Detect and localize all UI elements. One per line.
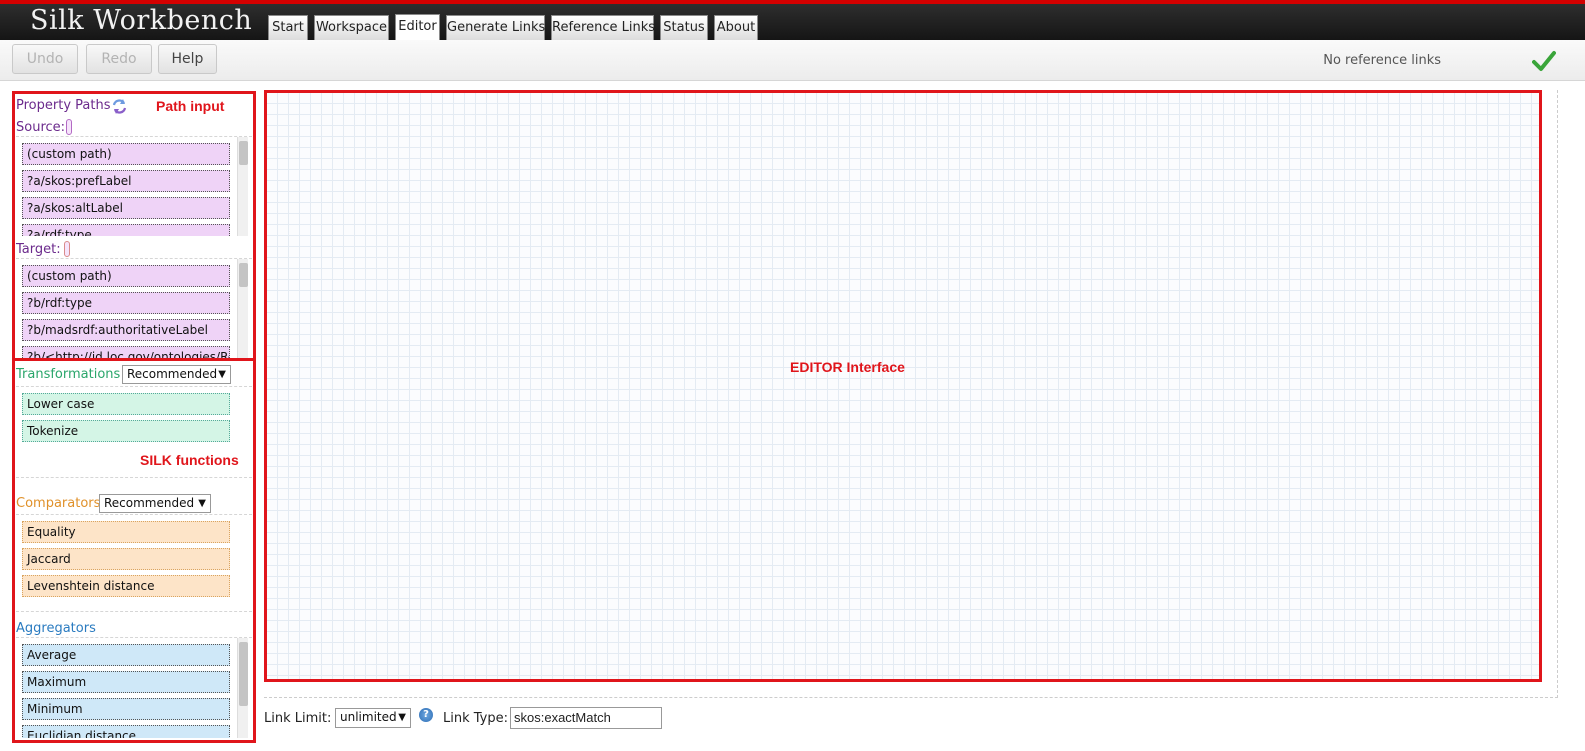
list-item[interactable]: Tokenize: [22, 420, 230, 442]
source-path-list[interactable]: (custom path) ?a/skos:prefLabel ?a/skos:…: [16, 136, 252, 236]
redo-button[interactable]: Redo: [86, 44, 152, 74]
transformations-filter-select[interactable]: Recommended ▼: [122, 365, 231, 384]
aggregators-list[interactable]: Average Maximum Minimum Euclidian distan…: [16, 637, 252, 738]
source-color-swatch: [66, 119, 72, 135]
transformations-filter-value: Recommended: [127, 367, 218, 381]
reference-links-status: No reference links: [1323, 53, 1441, 68]
silk-functions-annotation: SILK functions: [140, 452, 239, 468]
list-item[interactable]: ?a/rdf:type: [22, 224, 230, 236]
target-label: Target:: [16, 242, 61, 257]
list-item[interactable]: (custom path): [22, 265, 230, 287]
top-navigation-bar: Silk Workbench Start Workspace Editor Ge…: [0, 0, 1585, 41]
list-item[interactable]: Minimum: [22, 698, 230, 720]
list-item[interactable]: ?a/skos:altLabel: [22, 197, 230, 219]
check-icon: [1532, 51, 1556, 71]
comparators-list: Equality Jaccard Levenshtein distance: [16, 514, 252, 612]
scroll-thumb[interactable]: [239, 141, 248, 165]
list-item[interactable]: Euclidian distance: [22, 725, 230, 738]
target-color-swatch: [64, 241, 70, 257]
list-item[interactable]: ?a/skos:prefLabel: [22, 170, 230, 192]
undo-button[interactable]: Undo: [12, 44, 78, 74]
dropdown-arrow-icon: ▼: [218, 369, 226, 380]
scrollbar[interactable]: [237, 259, 248, 358]
link-type-label: Link Type:: [443, 711, 508, 726]
help-icon[interactable]: ?: [419, 708, 433, 722]
refresh-icon[interactable]: [111, 98, 128, 115]
list-item[interactable]: Lower case: [22, 393, 230, 415]
list-item[interactable]: Average: [22, 644, 230, 666]
link-limit-select[interactable]: unlimited ▼: [335, 708, 411, 728]
dropdown-arrow-icon: ▼: [198, 498, 206, 509]
tab-status[interactable]: Status: [660, 15, 708, 40]
comparators-title: Comparators: [16, 496, 101, 511]
list-item[interactable]: ?b/<http://id.loc.gov/ontologies/Re: [22, 346, 230, 358]
path-input-annotation: Path input: [156, 98, 225, 114]
list-item[interactable]: ?b/rdf:type: [22, 292, 230, 314]
aggregators-title: Aggregators: [16, 621, 96, 636]
list-item[interactable]: Maximum: [22, 671, 230, 693]
source-label: Source:: [16, 120, 66, 135]
transformations-title: Transformations: [16, 367, 121, 382]
tab-generate-links[interactable]: Generate Links: [446, 15, 545, 40]
scrollbar[interactable]: [237, 137, 248, 236]
list-item[interactable]: Levenshtein distance: [22, 575, 230, 597]
property-paths-title: Property Paths: [16, 98, 111, 113]
editor-interface-annotation: EDITOR Interface: [790, 359, 905, 375]
app-title: Silk Workbench: [30, 5, 253, 36]
list-item[interactable]: Equality: [22, 521, 230, 543]
link-type-input[interactable]: skos:exactMatch: [510, 707, 662, 729]
comparators-filter-value: Recommended: [104, 496, 195, 510]
list-item[interactable]: Jaccard: [22, 548, 230, 570]
link-limit-label: Link Limit:: [264, 711, 332, 726]
tab-start[interactable]: Start: [268, 15, 308, 40]
dropdown-arrow-icon: ▼: [398, 712, 406, 723]
toolbar: Undo Redo Help No reference links: [0, 40, 1585, 81]
scroll-thumb[interactable]: [239, 642, 248, 706]
target-path-list[interactable]: (custom path) ?b/rdf:type ?b/madsrdf:aut…: [16, 258, 252, 358]
editor-canvas[interactable]: [266, 92, 1540, 680]
scrollbar[interactable]: [237, 638, 248, 738]
tab-editor[interactable]: Editor: [395, 14, 440, 41]
link-limit-value: unlimited: [340, 710, 397, 724]
tab-workspace[interactable]: Workspace: [314, 15, 389, 40]
tab-about[interactable]: About: [714, 15, 758, 40]
comparators-filter-select[interactable]: Recommended ▼: [99, 494, 211, 513]
scroll-thumb[interactable]: [239, 263, 248, 287]
list-item[interactable]: (custom path): [22, 143, 230, 165]
list-item[interactable]: ?b/madsrdf:authoritativeLabel: [22, 319, 230, 341]
tab-reference-links[interactable]: Reference Links: [551, 15, 655, 40]
help-button[interactable]: Help: [158, 44, 217, 74]
